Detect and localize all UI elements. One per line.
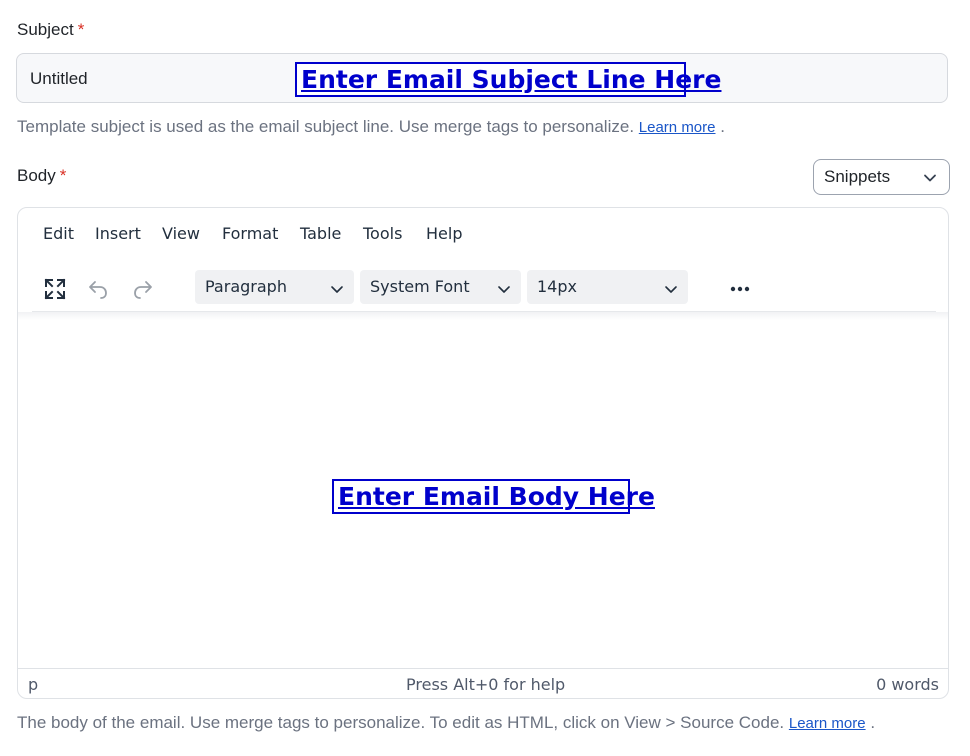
font-size-value: 14px	[537, 277, 577, 296]
subject-value: Untitled	[30, 69, 88, 88]
fullscreen-button[interactable]	[40, 274, 70, 304]
subject-help-text: Template subject is used as the email su…	[17, 117, 725, 137]
menu-view[interactable]: View	[162, 224, 200, 243]
subject-label-text: Subject	[17, 20, 74, 39]
rich-text-editor: Edit Insert View Format Table Tools Help	[17, 207, 949, 699]
font-size-select[interactable]: 14px	[527, 270, 688, 304]
menu-tools[interactable]: Tools	[363, 224, 402, 243]
font-family-value: System Font	[370, 277, 470, 296]
required-mark: *	[59, 166, 67, 185]
toolbar-shadow	[18, 312, 948, 320]
menu-help[interactable]: Help	[426, 224, 462, 243]
block-format-select[interactable]: Paragraph	[195, 270, 354, 304]
menu-edit[interactable]: Edit	[43, 224, 74, 243]
menu-insert[interactable]: Insert	[95, 224, 141, 243]
redo-icon	[134, 281, 152, 299]
menu-table[interactable]: Table	[300, 224, 341, 243]
chevron-down-icon	[664, 282, 678, 300]
status-help-text: Press Alt+0 for help	[406, 675, 566, 694]
snippets-dropdown[interactable]: Snippets	[813, 159, 950, 195]
word-count[interactable]: 0 words	[876, 675, 939, 694]
body-learn-more-link[interactable]: Learn more	[789, 715, 866, 732]
required-mark: *	[77, 20, 85, 39]
fullscreen-icon	[44, 278, 66, 300]
editor-menubar: Edit Insert View Format Table Tools Help	[18, 224, 948, 248]
body-label-text: Body	[17, 166, 56, 185]
body-label: Body *	[17, 166, 66, 186]
element-path[interactable]: p	[28, 675, 38, 694]
snippets-label: Snippets	[824, 167, 891, 186]
subject-help-body: Template subject is used as the email su…	[17, 117, 635, 136]
editor-toolbar: Paragraph System Font 14px	[32, 270, 936, 306]
redo-button[interactable]	[128, 274, 158, 304]
chevron-down-icon	[330, 282, 344, 300]
body-help-suffix: .	[870, 713, 876, 732]
body-help-body: The body of the email. Use merge tags to…	[17, 713, 785, 732]
subject-help-suffix: .	[720, 117, 725, 136]
body-overlay-label: Enter Email Body Here	[332, 479, 655, 514]
chevron-down-icon	[497, 282, 511, 300]
chevron-down-icon	[923, 171, 937, 190]
more-button[interactable]	[725, 274, 755, 304]
undo-icon	[89, 281, 107, 299]
menu-format[interactable]: Format	[222, 224, 278, 243]
subject-overlay-label: Enter Email Subject Line Here	[295, 62, 721, 97]
body-help-text: The body of the email. Use merge tags to…	[17, 713, 875, 733]
font-family-select[interactable]: System Font	[360, 270, 521, 304]
subject-label: Subject *	[17, 20, 84, 40]
editor-statusbar: p Press Alt+0 for help 0 words	[18, 668, 948, 698]
more-icon	[730, 286, 750, 292]
block-format-value: Paragraph	[205, 277, 287, 296]
undo-button[interactable]	[83, 274, 113, 304]
subject-learn-more-link[interactable]: Learn more	[639, 119, 716, 136]
